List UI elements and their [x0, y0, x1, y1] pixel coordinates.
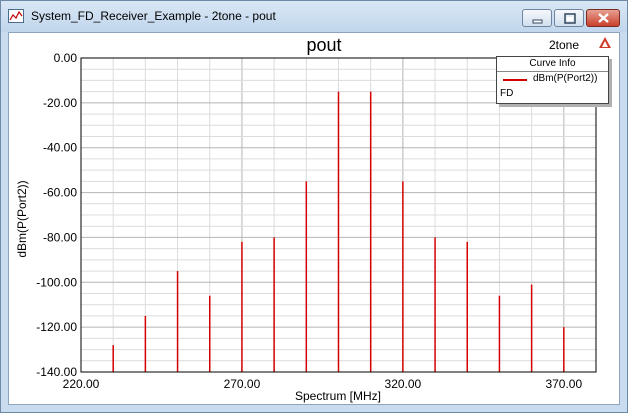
curve-info-legend[interactable]: Curve Info dBm(P(Port2)) FD	[496, 56, 609, 104]
plot-title: pout	[306, 35, 342, 55]
plot-area: 0.00 -20.00 -40.00 -60.00 -80.00 -100.00 -120.…	[8, 32, 620, 405]
minimize-button[interactable]	[522, 9, 552, 27]
y-tick-label: 0.00	[54, 51, 78, 65]
y-tick-label: -80.00	[43, 230, 77, 244]
title-bar[interactable]: System_FD_Receiver_Example - 2tone - pou…	[1, 1, 627, 32]
x-tick-label: 320.00	[385, 377, 422, 391]
x-tick-label: 220.00	[63, 377, 100, 391]
legend-swatch	[503, 79, 527, 81]
x-tick-label: 370.00	[545, 377, 582, 391]
x-axis-label: Spectrum [MHz]	[295, 389, 381, 403]
hfss-plot-icon	[8, 9, 24, 23]
close-button[interactable]	[586, 9, 620, 27]
y-tick-label: -60.00	[43, 186, 77, 200]
maximize-icon	[564, 13, 576, 24]
legend-entry-sub: FD	[500, 88, 514, 99]
y-tick-label: -120.00	[36, 320, 77, 334]
plot-window: System_FD_Receiver_Example - 2tone - pou…	[0, 0, 628, 413]
y-tick-label: -100.00	[36, 275, 77, 289]
design-name: 2tone	[549, 38, 580, 52]
x-tick-label: 270.00	[224, 377, 261, 391]
y-tick-label: -40.00	[43, 141, 77, 155]
minimize-icon	[532, 19, 543, 24]
window-title: System_FD_Receiver_Example - 2tone - pou…	[31, 9, 276, 23]
legend-entry-label: dBm(P(Port2))	[533, 73, 598, 84]
maximize-button[interactable]	[554, 9, 584, 27]
y-tick-label: -20.00	[43, 96, 77, 110]
series-dbm-port2	[112, 91, 565, 372]
ansoft-logo-icon	[599, 37, 611, 48]
close-icon	[598, 13, 609, 23]
y-axis-label: dBm(P(Port2))	[15, 180, 29, 257]
legend-header: Curve Info	[497, 57, 608, 72]
